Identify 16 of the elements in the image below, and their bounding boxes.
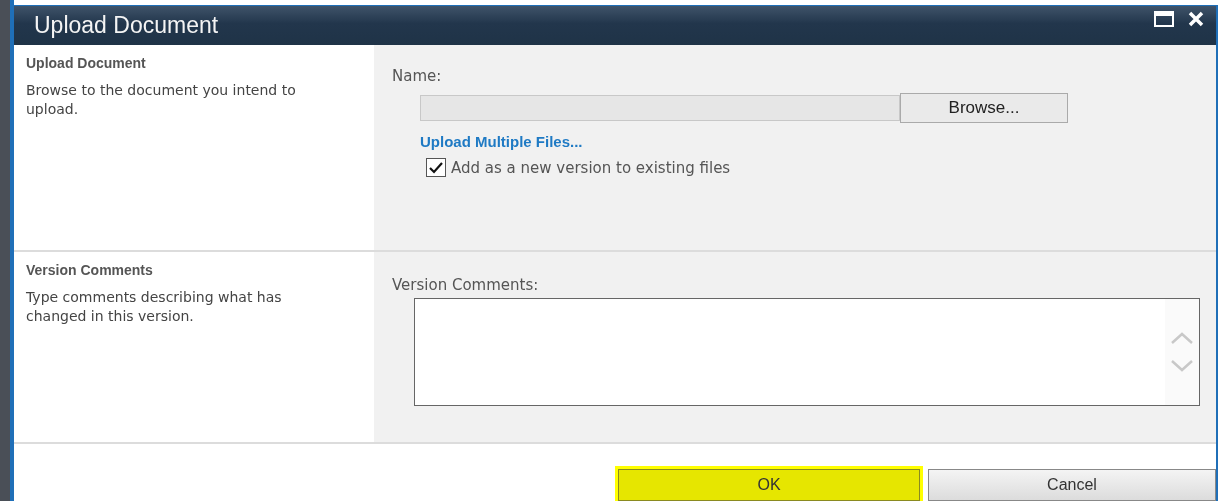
ok-button[interactable]: OK [618, 469, 920, 501]
window-title: Upload Document [34, 12, 219, 39]
file-name-field[interactable] [420, 95, 900, 121]
section-description: Browse to the document you intend to upload. [26, 81, 297, 119]
field-label: Version Comments: [392, 276, 540, 294]
checkbox-label: Add as a new version to existing files [451, 158, 731, 177]
upload-multiple-link[interactable]: Upload Multiple Files... [420, 133, 583, 150]
cancel-button[interactable]: Cancel [928, 469, 1216, 501]
close-icon[interactable] [1188, 10, 1204, 27]
field-label: Name: [392, 67, 443, 85]
checkbox[interactable] [426, 158, 446, 177]
section-heading: Version Comments [26, 262, 154, 278]
section-heading: Upload Document [26, 55, 147, 71]
section-description: Type comments describing what has changed in this version. [26, 288, 283, 326]
browse-button[interactable]: Browse... [900, 93, 1068, 123]
maximize-icon[interactable] [1154, 10, 1174, 27]
